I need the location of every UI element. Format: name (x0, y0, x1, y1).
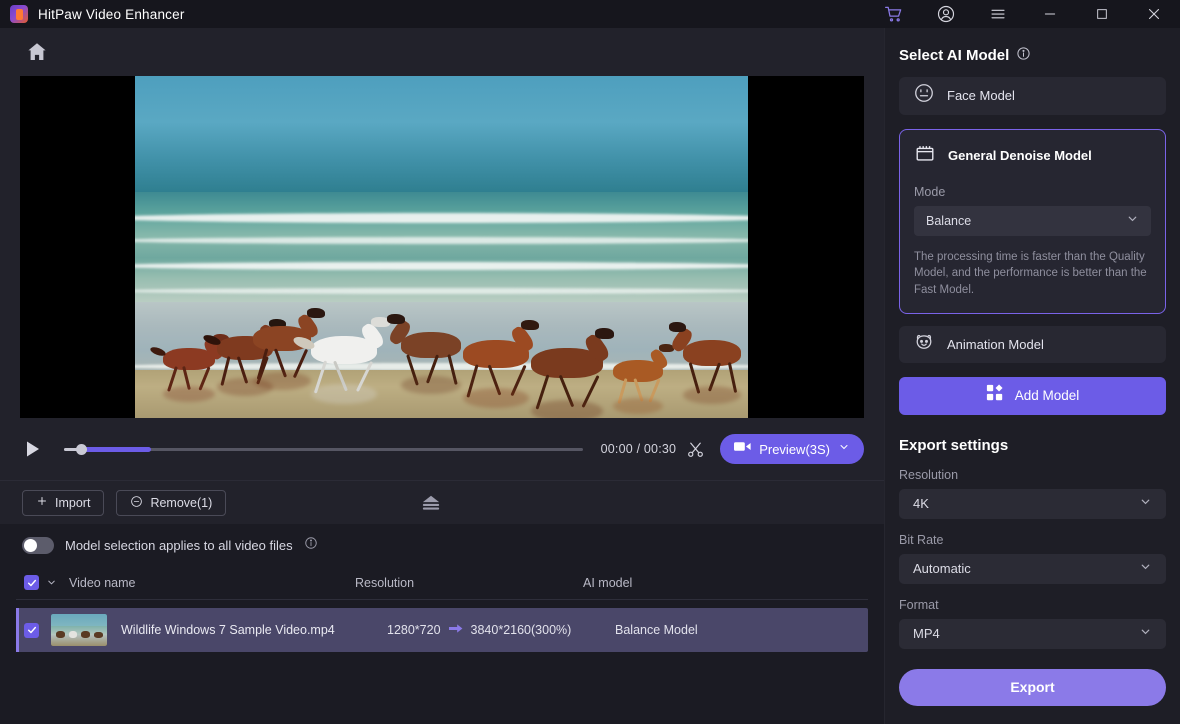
seek-fill (78, 446, 151, 452)
model-label-animation: Animation Model (947, 336, 1044, 352)
film-icon (914, 142, 936, 169)
video-list: Video name Resolution AI model Wildlife … (0, 566, 884, 724)
panel-title-row: Select AI Model (899, 46, 1166, 65)
row-accent-bar (16, 608, 19, 652)
apply-all-toggle[interactable] (22, 536, 54, 554)
player-controls: 00:00 / 00:30 Preview(3S) (0, 418, 884, 480)
row-resolution-to: 3840*2160(300%) (470, 623, 572, 637)
scissors-icon[interactable] (676, 440, 714, 459)
maximize-icon[interactable] (1076, 0, 1128, 28)
column-ai-model: AI model (583, 575, 633, 590)
chevron-down-icon[interactable] (1139, 625, 1152, 643)
main-body: 00:00 / 00:30 Preview(3S) Import Remove(… (0, 28, 1180, 724)
resolution-value: 4K (913, 496, 929, 512)
model-card-header: General Denoise Model (914, 142, 1151, 169)
page-title: Select AI Model (899, 47, 1010, 64)
time-display: 00:00 / 00:30 (600, 442, 677, 456)
table-row[interactable]: Wildlife Windows 7 Sample Video.mp4 1280… (16, 608, 868, 652)
column-resolution: Resolution (355, 575, 415, 590)
export-button[interactable]: Export (899, 668, 1166, 707)
model-label-general-denoise: General Denoise Model (948, 147, 1092, 163)
remove-button[interactable]: Remove(1) (116, 489, 227, 516)
app-logo-icon (10, 5, 28, 23)
chevron-down-icon[interactable] (1126, 212, 1139, 230)
grid-plus-icon (986, 384, 1004, 407)
row-ai-model: Balance Model (615, 623, 698, 637)
row-resolution: 1280*720 3840*2160(300%) (387, 623, 615, 637)
minus-circle-icon (130, 495, 143, 511)
bitrate-select[interactable]: Automatic (899, 553, 1166, 584)
eject-icon[interactable] (420, 494, 442, 512)
preview-label: Preview(3S) (759, 441, 830, 457)
file-toolbar: Import Remove(1) (0, 480, 884, 524)
app-title: HitPaw Video Enhancer (38, 6, 185, 22)
menu-icon[interactable] (972, 0, 1024, 28)
mode-value: Balance (926, 213, 972, 228)
format-value: MP4 (913, 626, 940, 642)
video-thumbnail (51, 614, 107, 646)
row-resolution-from: 1280*720 (387, 623, 441, 637)
seek-bar[interactable] (64, 440, 583, 458)
preview-button[interactable]: Preview(3S) (720, 434, 864, 464)
bitrate-value: Automatic (913, 561, 971, 577)
close-icon[interactable] (1128, 0, 1180, 28)
arrow-right-icon (448, 623, 463, 637)
play-icon[interactable] (20, 440, 46, 458)
model-card-animation[interactable]: Animation Model (899, 325, 1166, 364)
chevron-down-icon[interactable] (1139, 495, 1152, 513)
seek-handle[interactable] (76, 443, 87, 455)
column-video-name: Video name (69, 575, 136, 590)
add-model-label: Add Model (1014, 388, 1080, 404)
import-label: Import (55, 495, 91, 510)
format-label: Format (899, 597, 939, 612)
export-label: Export (1010, 679, 1055, 696)
list-header: Video name Resolution AI model (16, 566, 868, 600)
mode-select[interactable]: Balance (914, 205, 1151, 236)
select-all-checkbox[interactable] (24, 575, 39, 590)
right-panel: Select AI Model Face Model General Denoi… (884, 28, 1180, 724)
chevron-down-icon[interactable] (838, 440, 850, 458)
chevron-down-icon[interactable] (43, 577, 59, 588)
resolution-select[interactable]: 4K (899, 488, 1166, 519)
model-card-face[interactable]: Face Model (899, 77, 1166, 115)
video-camera-icon (734, 440, 751, 458)
home-row (0, 28, 884, 76)
export-settings-title: Export settings (899, 436, 1009, 454)
cart-icon[interactable] (868, 0, 920, 28)
info-icon[interactable] (1016, 46, 1031, 65)
title-bar: HitPaw Video Enhancer (0, 0, 1180, 28)
row-checkbox[interactable] (24, 622, 39, 638)
bear-face-icon (913, 331, 935, 358)
app-window: HitPaw Video Enhancer 00:00 / 00:30 Prev… (0, 0, 1180, 724)
bitrate-label: Bit Rate (899, 532, 944, 547)
add-model-button[interactable]: Add Model (899, 377, 1166, 415)
left-pane: 00:00 / 00:30 Preview(3S) Import Remove(… (0, 28, 884, 724)
apply-all-row: Model selection applies to all video fil… (0, 524, 884, 566)
apply-all-label: Model selection applies to all video fil… (65, 537, 293, 553)
account-icon[interactable] (920, 0, 972, 28)
home-icon[interactable] (25, 40, 49, 64)
chevron-down-icon[interactable] (1139, 560, 1152, 578)
row-video-name: Wildlife Windows 7 Sample Video.mp4 (121, 623, 335, 637)
mode-label: Mode (914, 184, 946, 199)
video-frame (135, 76, 748, 418)
resolution-label: Resolution (899, 467, 959, 482)
import-button[interactable]: Import (22, 489, 105, 516)
model-card-general-denoise[interactable]: General Denoise Model Mode Balance The p… (899, 128, 1166, 314)
plus-icon (36, 495, 48, 510)
model-description: The processing time is faster than the Q… (914, 250, 1147, 296)
video-player: 00:00 / 00:30 Preview(3S) (0, 28, 884, 480)
minimize-icon[interactable] (1024, 0, 1076, 28)
video-stage[interactable] (20, 76, 864, 418)
format-select[interactable]: MP4 (899, 618, 1166, 649)
info-icon[interactable] (304, 536, 318, 555)
remove-label: Remove(1) (150, 495, 213, 510)
model-label-face: Face Model (947, 88, 1015, 104)
face-icon (913, 82, 935, 109)
